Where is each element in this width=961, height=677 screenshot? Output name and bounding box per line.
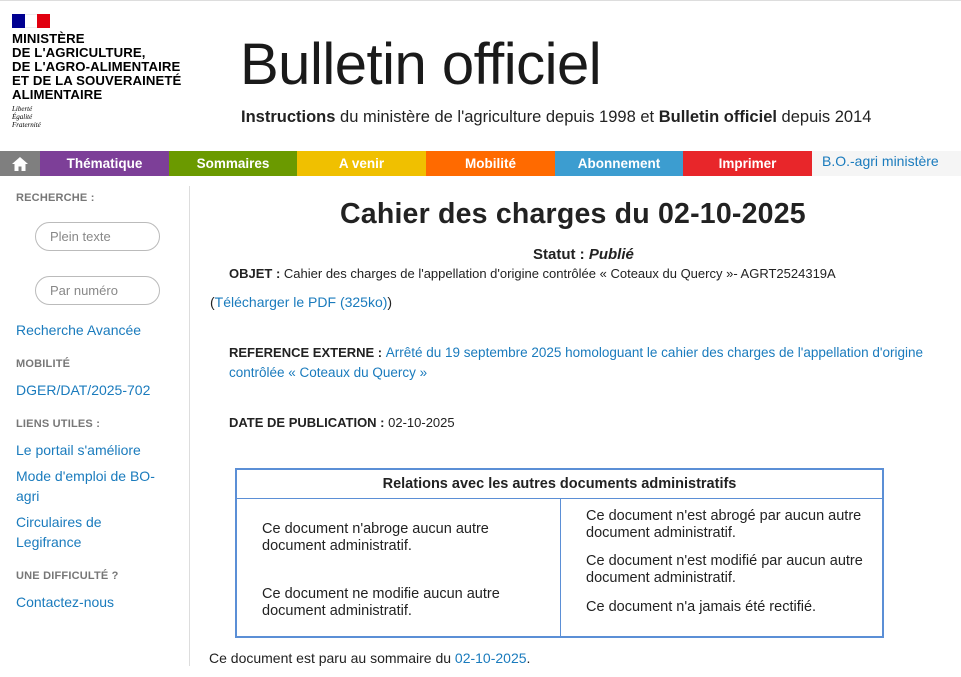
nav-thematique[interactable]: Thématique <box>40 151 169 176</box>
republic-motto: Liberté Égalité Fraternité <box>12 105 212 129</box>
fulltext-search-input[interactable] <box>35 222 160 251</box>
relations-table: Relations avec les autres documents admi… <box>235 468 884 638</box>
pdf-download-line: (Télécharger le PDF (325ko)) <box>210 294 392 310</box>
nav-imprimer[interactable]: Imprimer <box>683 151 812 176</box>
summary-date-link[interactable]: 02-10-2025 <box>455 650 527 666</box>
motto-line: Liberté <box>12 105 33 113</box>
pdf-paren-close: ) <box>387 294 393 310</box>
nav-a-venir[interactable]: A venir <box>297 151 426 176</box>
relations-body: Ce document n'abroge aucun autre documen… <box>237 499 882 636</box>
pdf-download-link[interactable]: Télécharger le PDF (325ko) <box>215 294 388 310</box>
nav-bo-agri-ministere[interactable]: B.O.-agri ministère <box>812 151 961 176</box>
ministry-line: MINISTÈRE <box>12 31 85 46</box>
relations-title: Relations avec les autres documents admi… <box>237 470 882 499</box>
relations-right-column: Ce document n'est abrogé par aucun autre… <box>561 499 882 636</box>
contact-link[interactable]: Contactez-nous <box>16 592 176 612</box>
relation-never-rectified: Ce document n'a jamais été rectifié. <box>586 599 817 615</box>
relation-not-modified: Ce document n'est modifié par aucun autr… <box>586 553 863 586</box>
relation-not-abrogate: Ce document n'abroge aucun autre documen… <box>262 521 489 554</box>
advanced-search-link[interactable]: Recherche Avancée <box>16 320 176 340</box>
relations-left-column: Ce document n'abroge aucun autre documen… <box>237 499 561 636</box>
portal-improves-link[interactable]: Le portail s'améliore <box>16 440 176 460</box>
ministry-logo[interactable]: MINISTÈRE DE L'AGRICULTURE, DE L'AGRO-AL… <box>12 14 212 129</box>
ministry-line: DE L'AGRICULTURE, <box>12 45 146 60</box>
nav-home[interactable] <box>0 151 40 176</box>
mobility-link[interactable]: DGER/DAT/2025-702 <box>16 380 176 400</box>
flag-red <box>37 14 51 28</box>
relation-not-abrogated: Ce document n'est abrogé par aucun autre… <box>586 508 862 541</box>
sidebar: RECHERCHE : Recherche Avancée MOBILITÉ D… <box>0 186 190 666</box>
footer-end: . <box>526 650 531 666</box>
subtitle-bold-3: Bulletin officiel <box>658 108 777 126</box>
subtitle-text-4: depuis 2014 <box>776 108 872 126</box>
external-reference-field: REFERENCE EXTERNE : Arrêté du 19 septemb… <box>229 343 959 383</box>
object-value: Cahier des charges de l'appellation d'or… <box>283 266 836 281</box>
date-value: 02-10-2025 <box>388 415 455 430</box>
number-search-input[interactable] <box>35 276 160 305</box>
date-label: DATE DE PUBLICATION : <box>229 415 389 430</box>
home-icon <box>12 156 28 171</box>
legifrance-circulars-link[interactable]: Circulaires de Legifrance <box>16 512 126 552</box>
search-heading: RECHERCHE : <box>16 192 95 204</box>
site-subtitle: Instructions du ministère de l'agricultu… <box>241 108 871 127</box>
status-label: Statut : <box>533 246 589 263</box>
site-title: Bulletin officiel <box>240 32 602 97</box>
nav-abonnement[interactable]: Abonnement <box>555 151 683 176</box>
ministry-line: ET DE LA SOUVERAINETÉ <box>12 73 182 88</box>
ministry-line: DE L'AGRO-ALIMENTAIRE <box>12 59 181 74</box>
object-label: OBJET : <box>229 266 284 281</box>
flag-blue <box>12 14 25 28</box>
subtitle-text-2: du ministère de l'agriculture depuis 199… <box>335 108 659 126</box>
motto-line: Fraternité <box>12 121 41 129</box>
object-field: OBJET : Cahier des charges de l'appellat… <box>229 264 949 284</box>
ministry-line: ALIMENTAIRE <box>12 87 103 102</box>
document-status: Statut : Publié <box>533 246 634 263</box>
footer-text: Ce document est paru au sommaire du <box>209 650 455 666</box>
ref-label: REFERENCE EXTERNE : <box>229 345 386 360</box>
mobility-heading: MOBILITÉ <box>16 358 71 370</box>
summary-footer: Ce document est paru au sommaire du 02-1… <box>209 650 530 666</box>
nav-mobilite[interactable]: Mobilité <box>426 151 555 176</box>
nav-sommaires[interactable]: Sommaires <box>169 151 297 176</box>
difficulty-heading: UNE DIFFICULTÉ ? <box>16 570 119 582</box>
motto-line: Égalité <box>12 113 33 121</box>
publication-date-field: DATE DE PUBLICATION : 02-10-2025 <box>229 413 455 433</box>
ministry-name: MINISTÈRE DE L'AGRICULTURE, DE L'AGRO-AL… <box>12 32 212 102</box>
subtitle-bold-1: Instructions <box>241 108 336 126</box>
document-title: Cahier des charges du 02-10-2025 <box>340 198 806 230</box>
flag-white <box>24 14 38 28</box>
site-header: MINISTÈRE DE L'AGRICULTURE, DE L'AGRO-AL… <box>0 0 961 150</box>
french-flag-icon <box>12 14 51 28</box>
relation-not-modify: Ce document ne modifie aucun autre docum… <box>262 586 500 619</box>
status-value: Publié <box>588 246 634 263</box>
main-nav: Thématique Sommaires A venir Mobilité Ab… <box>0 151 961 176</box>
user-guide-link[interactable]: Mode d'emploi de BO-agri <box>16 466 166 506</box>
useful-links-heading: LIENS UTILES : <box>16 418 101 430</box>
